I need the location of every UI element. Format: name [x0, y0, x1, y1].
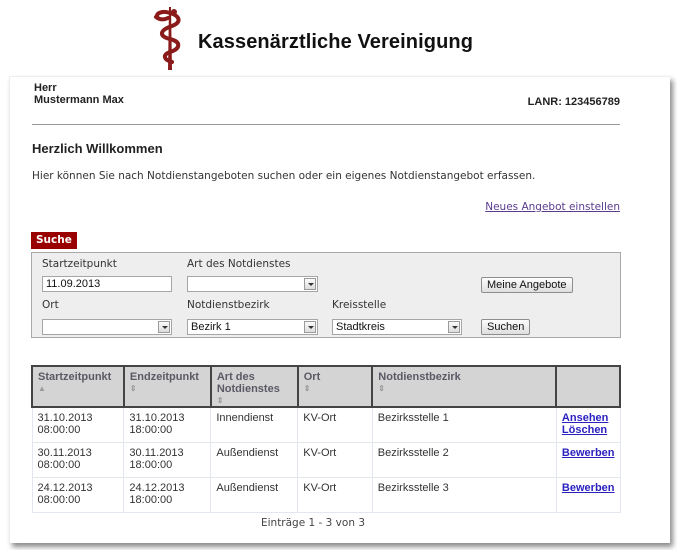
apply-link[interactable]: Bewerben: [562, 447, 615, 459]
cell-end: 30.11.2013 18:00:00: [123, 442, 212, 478]
search-tab[interactable]: Suche: [31, 232, 77, 249]
main-panel: Herr Mustermann Max LANR: 123456789 Herz…: [9, 76, 670, 543]
intro-text: Hier können Sie nach Notdienstangeboten …: [32, 170, 536, 182]
district-value: Bezirk 1: [191, 321, 231, 333]
sort-icon[interactable]: ⇕: [217, 396, 292, 406]
cell-service-type: Außendienst: [210, 442, 299, 478]
page-title: Herzlich Willkommen: [32, 141, 163, 156]
table-row: 31.10.2013 08:00:00 31.10.2013 18:00:00 In…: [31, 406, 621, 443]
place-select[interactable]: [42, 319, 172, 335]
cell-start: 30.11.2013 08:00:00: [31, 442, 125, 478]
district-label: Notdienstbezirk: [187, 299, 270, 311]
my-offers-button[interactable]: Meine Angebote: [481, 277, 573, 293]
sort-ascending-icon[interactable]: ▲: [38, 384, 118, 394]
results-table: Startzeitpunkt ▲ Endzeitpunkt ⇕ Art des …: [31, 365, 621, 513]
column-header-end[interactable]: Endzeitpunkt ⇕: [122, 365, 212, 408]
cell-end: 24.12.2013 18:00:00: [123, 477, 212, 513]
column-header-service-type[interactable]: Art des Notdienstes ⇕: [209, 365, 299, 408]
cell-start: 24.12.2013 08:00:00: [31, 477, 125, 513]
chevron-down-icon[interactable]: [158, 321, 170, 333]
brand-name: Kassenärztliche Vereinigung: [198, 30, 474, 53]
cell-service-type: Innendienst: [210, 406, 299, 443]
delete-link[interactable]: Löschen: [562, 424, 615, 436]
divider: [32, 124, 620, 125]
view-link[interactable]: Ansehen: [562, 412, 615, 424]
cell-actions: Ansehen Löschen: [555, 406, 621, 443]
column-header-start[interactable]: Startzeitpunkt ▲: [31, 365, 125, 408]
cell-place: KV-Ort: [297, 477, 373, 513]
start-time-input[interactable]: [42, 276, 172, 292]
cell-actions: Bewerben: [555, 477, 621, 513]
district-select[interactable]: Bezirk 1: [187, 319, 318, 335]
search-form: Startzeitpunkt Art des Notdienstes Meine…: [31, 252, 621, 338]
sort-icon[interactable]: ⇕: [304, 384, 367, 394]
search-button[interactable]: Suchen: [481, 319, 531, 335]
sort-icon[interactable]: ⇕: [378, 384, 550, 394]
chevron-down-icon[interactable]: [304, 321, 316, 333]
rod-of-asclepius-icon: [150, 4, 190, 74]
table-row: 24.12.2013 08:00:00 24.12.2013 18:00:00 Au…: [31, 477, 621, 513]
user-info: Herr Mustermann Max: [34, 82, 124, 106]
office-select[interactable]: Stadtkreis: [332, 319, 462, 335]
cell-district: Bezirksstelle 2: [371, 442, 557, 478]
brand-logo: Kassenärztliche Vereinigung: [150, 4, 473, 74]
user-salutation: Herr: [34, 82, 57, 94]
cell-place: KV-Ort: [297, 406, 373, 443]
place-label: Ort: [42, 299, 59, 311]
cell-district: Bezirksstelle 3: [371, 477, 557, 513]
chevron-down-icon[interactable]: [304, 278, 316, 290]
column-header-actions: [555, 365, 621, 408]
lanr-number: LANR: 123456789: [527, 96, 620, 108]
sort-icon[interactable]: ⇕: [130, 384, 205, 394]
cell-actions: Bewerben: [555, 442, 621, 478]
cell-place: KV-Ort: [297, 442, 373, 478]
apply-link[interactable]: Bewerben: [562, 482, 615, 494]
user-name: Mustermann Max: [34, 94, 124, 106]
pagination-info: Einträge 1 - 3 von 3: [260, 517, 365, 529]
cell-district: Bezirksstelle 1: [371, 406, 557, 443]
cell-start: 31.10.2013 08:00:00: [31, 406, 125, 443]
office-label: Kreisstelle: [332, 299, 387, 311]
service-type-label: Art des Notdienstes: [187, 258, 291, 270]
table-row: 30.11.2013 08:00:00 30.11.2013 18:00:00 Au…: [31, 442, 621, 478]
column-header-district[interactable]: Notdienstbezirk ⇕: [371, 365, 558, 408]
column-header-place[interactable]: Ort ⇕: [296, 365, 374, 408]
start-time-label: Startzeitpunkt: [42, 258, 117, 270]
chevron-down-icon[interactable]: [448, 321, 460, 333]
table-header-row: Startzeitpunkt ▲ Endzeitpunkt ⇕ Art des …: [31, 365, 621, 408]
new-offer-link[interactable]: Neues Angebot einstellen: [485, 201, 620, 213]
cell-service-type: Außendienst: [210, 477, 299, 513]
service-type-select[interactable]: [187, 276, 318, 292]
office-value: Stadtkreis: [336, 321, 385, 333]
cell-end: 31.10.2013 18:00:00: [123, 406, 212, 443]
